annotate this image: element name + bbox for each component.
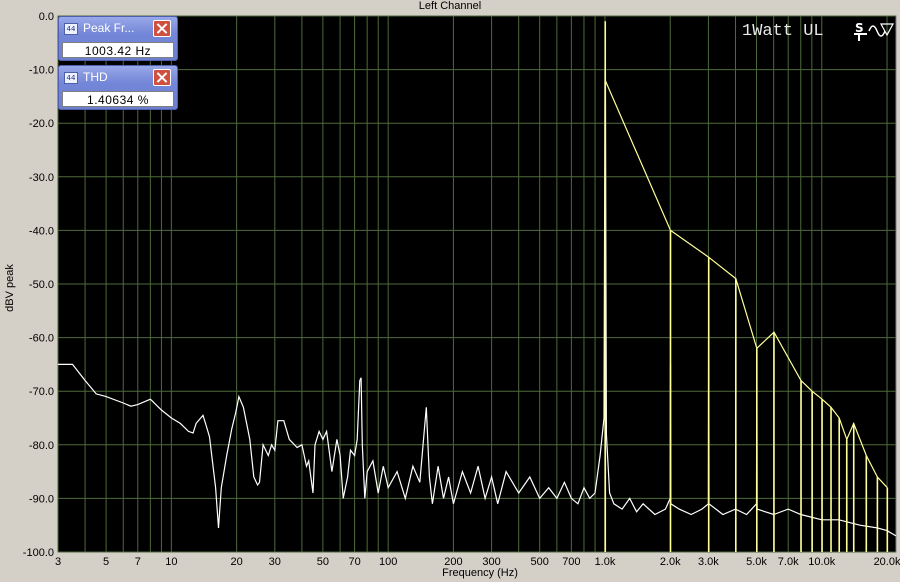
x-tick-label: 200: [444, 556, 462, 568]
close-icon[interactable]: [153, 69, 171, 86]
x-tick-label: 7: [135, 556, 141, 568]
y-tick-label: -10.0: [29, 65, 54, 77]
x-tick-label: 5.0k: [746, 556, 767, 568]
x-tick-label: 10: [165, 556, 177, 568]
x-tick-label: 10.0k: [808, 556, 835, 568]
readout-value: 1.40634 %: [62, 91, 174, 107]
meter-icon: 44: [64, 23, 78, 35]
signal-generator-icon[interactable]: S: [853, 20, 895, 42]
x-tick-labels: 3 5 7 10 20 30 50 70 100 200 300 500 700 1.0k 2.0k 3.0k…: [55, 556, 900, 568]
x-tick-label: 5: [103, 556, 109, 568]
y-tick-label: -30.0: [29, 172, 54, 184]
readout-title: Peak Fr...: [83, 21, 135, 35]
x-tick-label: 300: [482, 556, 500, 568]
x-tick-label: 3: [55, 556, 61, 568]
peak-frequency-readout[interactable]: 44 Peak Fr... 1003.42 Hz: [58, 16, 178, 61]
y-tick-label: -40.0: [29, 225, 54, 237]
x-tick-label: 1.0k: [595, 556, 616, 568]
x-tick-label: 500: [531, 556, 549, 568]
y-tick-label: -90.0: [29, 493, 54, 505]
x-tick-label: 3.0k: [698, 556, 719, 568]
thd-readout[interactable]: 44 THD 1.40634 %: [58, 65, 178, 110]
x-tick-label: 70: [348, 556, 360, 568]
x-tick-label: 100: [379, 556, 397, 568]
x-tick-label: 7.0k: [778, 556, 799, 568]
x-tick-label: 20.0k: [874, 556, 900, 568]
svg-text:S: S: [855, 21, 864, 35]
y-tick-label: -20.0: [29, 118, 54, 130]
x-tick-label: 700: [562, 556, 580, 568]
close-icon[interactable]: [153, 20, 171, 37]
x-tick-label: 50: [317, 556, 329, 568]
watermark-label: 1Watt UL: [742, 22, 824, 41]
meter-icon: 44: [64, 72, 78, 84]
y-tick-label: -60.0: [29, 333, 54, 345]
y-tick-label: -50.0: [29, 279, 54, 291]
y-tick-labels: 0.0 -10.0 -20.0 -30.0 -40.0 -50.0 -60.0 -70.0 -8…: [23, 11, 54, 559]
x-tick-label: 2.0k: [660, 556, 681, 568]
y-tick-label: -100.0: [23, 547, 54, 559]
readout-title: THD: [83, 70, 108, 84]
readout-value: 1003.42 Hz: [62, 42, 174, 58]
y-tick-label: 0.0: [39, 11, 54, 23]
y-tick-label: -80.0: [29, 440, 54, 452]
x-tick-label: 30: [269, 556, 281, 568]
y-tick-label: -70.0: [29, 386, 54, 398]
x-tick-label: 20: [230, 556, 242, 568]
